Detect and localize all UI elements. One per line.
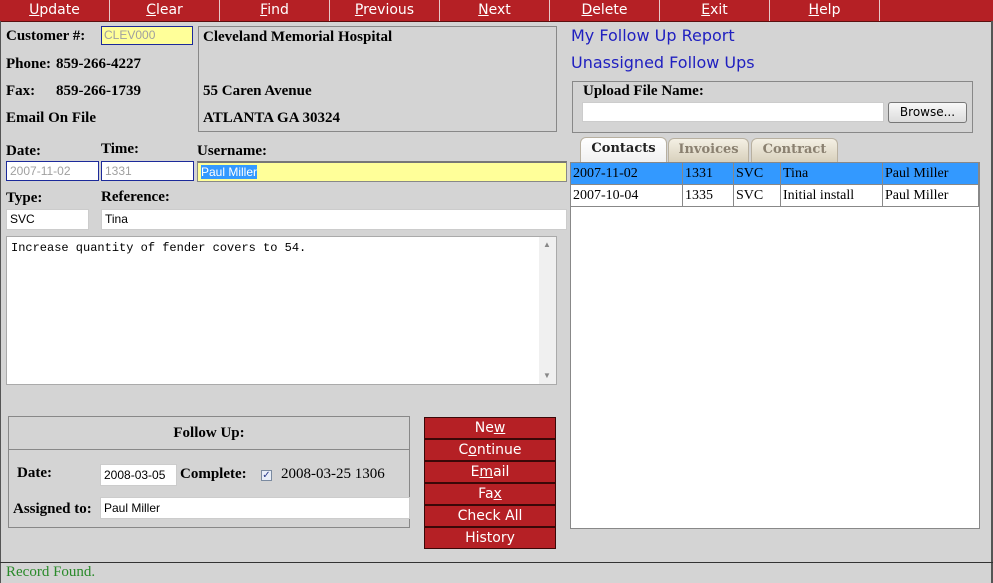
reference-input[interactable]: Tina	[101, 209, 567, 230]
table-row[interactable]: 2007-11-02 1331 SVC Tina Paul Miller	[571, 163, 979, 185]
history-button[interactable]: History	[424, 527, 556, 549]
accel-key: E	[701, 2, 711, 18]
customer-number-input[interactable]: CLEV000	[101, 26, 193, 45]
tab-contract[interactable]: Contract	[751, 138, 838, 162]
phone-value: 859-266-4227	[56, 56, 141, 72]
menu-bar: Update Clear Find Previous Next Delete E…	[0, 0, 993, 22]
menu-update-label: pdate	[39, 2, 80, 18]
customer-name: Cleveland Memorial Hospital	[203, 29, 393, 45]
phone-label: Phone:	[6, 56, 51, 72]
complete-timestamp: 2008-03-25 1306	[281, 466, 385, 482]
assigned-to-label: Assigned to:	[13, 501, 92, 517]
username-label: Username:	[197, 143, 267, 159]
type-input[interactable]: SVC	[6, 209, 89, 230]
menu-previous-label: revious	[363, 2, 415, 18]
menu-exit[interactable]: Exit	[660, 0, 770, 21]
accel-key: N	[478, 2, 489, 18]
check-all-button[interactable]: Check All	[424, 505, 556, 527]
upload-file-input[interactable]	[582, 102, 884, 122]
menu-previous[interactable]: Previous	[330, 0, 440, 21]
email-on-file: Email On File	[6, 110, 96, 126]
cell-reference: Tina	[781, 163, 883, 185]
unassigned-follow-ups-link[interactable]: Unassigned Follow Ups	[571, 53, 755, 72]
date-label: Date:	[6, 143, 41, 159]
button-label: Ne	[474, 420, 494, 436]
accel-key: x	[493, 486, 502, 502]
accel-key: C	[146, 2, 156, 18]
contacts-grid: 2007-11-02 1331 SVC Tina Paul Miller 200…	[570, 162, 980, 529]
follow-up-date-input[interactable]: 2008-03-05	[100, 464, 177, 486]
frame-border-left	[0, 21, 1, 583]
button-label: Fa	[478, 486, 494, 502]
menu-help-label: elp	[819, 2, 841, 18]
customer-address1: 55 Caren Avenue	[203, 83, 312, 99]
menu-clear[interactable]: Clear	[110, 0, 220, 21]
table-row[interactable]: 2007-10-04 1335 SVC Initial install Paul…	[571, 185, 979, 207]
notes-scrollbar[interactable]: ▲ ▼	[539, 237, 556, 384]
scroll-up-icon[interactable]: ▲	[543, 240, 551, 249]
type-label: Type:	[6, 190, 43, 206]
menu-exit-label: xit	[710, 2, 728, 18]
button-label: C	[458, 442, 469, 458]
status-text: Record Found.	[6, 564, 96, 580]
menu-next[interactable]: Next	[440, 0, 550, 21]
customer-number-label: Customer #:	[6, 28, 86, 44]
username-selected-text: Paul Miller	[201, 165, 258, 179]
cell-date: 2007-10-04	[571, 185, 683, 207]
time-label: Time:	[101, 141, 140, 157]
menu-find-label: ind	[267, 2, 289, 18]
upload-file-label: Upload File Name:	[583, 83, 704, 99]
accel-key: H	[808, 2, 820, 18]
accel-key: D	[581, 2, 593, 18]
menu-find[interactable]: Find	[220, 0, 330, 21]
reference-label: Reference:	[101, 189, 170, 205]
accel-key: o	[468, 442, 477, 458]
menu-delete[interactable]: Delete	[550, 0, 660, 21]
assigned-to-input[interactable]: Paul Miller	[100, 497, 410, 519]
menu-update[interactable]: Update	[0, 0, 110, 21]
email-button[interactable]: Email	[424, 461, 556, 483]
continue-button[interactable]: Continue	[424, 439, 556, 461]
browse-button[interactable]: Browse...	[888, 102, 967, 123]
fax-button[interactable]: Fax	[424, 483, 556, 505]
accel-key: m	[479, 464, 494, 480]
tab-contacts[interactable]: Contacts	[580, 137, 667, 163]
cell-reference: Initial install	[781, 185, 883, 207]
my-follow-up-report-link[interactable]: My Follow Up Report	[571, 26, 735, 45]
accel-key: U	[29, 2, 40, 18]
follow-up-date-label: Date:	[17, 465, 52, 481]
notes-textarea[interactable]: Increase quantity of fender covers to 54…	[6, 236, 557, 385]
button-label-rest: ntinue	[476, 442, 522, 458]
complete-label: Complete:	[180, 466, 247, 482]
customer-address2: ATLANTA GA 30324	[203, 110, 340, 126]
new-button[interactable]: New	[424, 417, 556, 439]
scroll-down-icon[interactable]: ▼	[543, 371, 551, 380]
tab-invoices[interactable]: Invoices	[668, 138, 749, 162]
complete-checkbox[interactable]: ✓	[261, 470, 272, 481]
cell-time: 1331	[683, 163, 734, 185]
cell-user: Paul Miller	[883, 163, 979, 185]
cell-user: Paul Miller	[883, 185, 979, 207]
fax-label: Fax:	[6, 83, 36, 99]
status-bar	[0, 562, 993, 583]
accel-key: P	[354, 2, 364, 18]
accel-key: w	[493, 420, 506, 436]
username-input[interactable]: Paul Miller	[197, 161, 567, 182]
cell-type: SVC	[734, 185, 781, 207]
fax-value: 859-266-1739	[56, 83, 141, 99]
button-label-rest: ail	[493, 464, 510, 480]
contact-date-input[interactable]: 2007-11-02	[6, 161, 99, 181]
cell-time: 1335	[683, 185, 734, 207]
menu-delete-label: elete	[592, 2, 628, 18]
menu-next-label: ext	[488, 2, 511, 18]
menu-clear-label: lear	[155, 2, 183, 18]
follow-up-title: Follow Up:	[9, 417, 409, 450]
contact-time-input[interactable]: 1331	[101, 161, 194, 181]
menu-help[interactable]: Help	[770, 0, 880, 21]
cell-type: SVC	[734, 163, 781, 185]
cell-date: 2007-11-02	[571, 163, 683, 185]
